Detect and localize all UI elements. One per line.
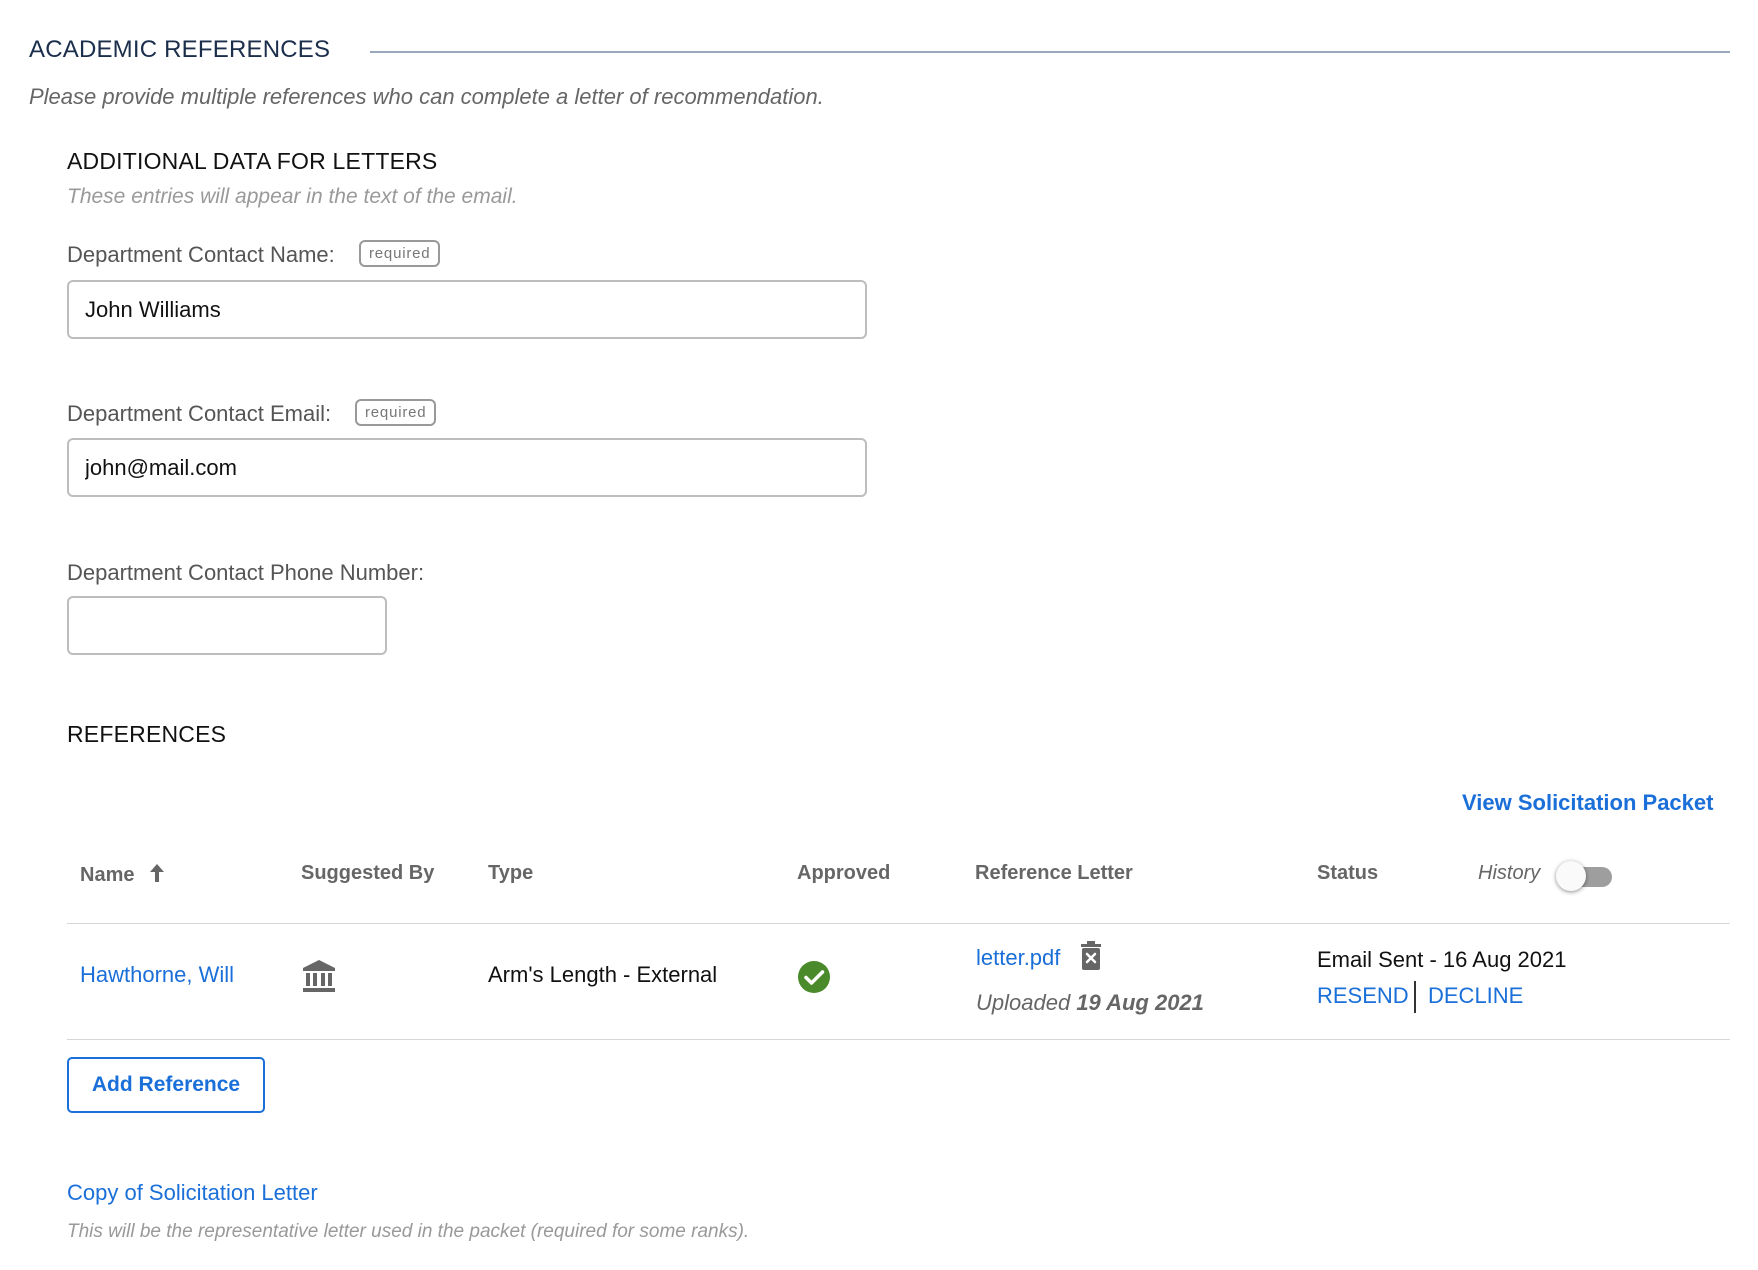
- upload-info-prefix: Uploaded: [976, 990, 1071, 1015]
- column-header-type: Type: [488, 862, 534, 884]
- delete-file-icon[interactable]: [1080, 941, 1102, 971]
- sort-ascending-icon: [150, 864, 165, 882]
- upload-date: 19 Aug 2021: [1076, 990, 1204, 1015]
- contact-name-input[interactable]: [67, 280, 867, 339]
- upload-info: Uploaded 19 Aug 2021: [976, 990, 1204, 1016]
- reference-name-link[interactable]: Hawthorne, Will: [80, 962, 234, 988]
- table-row-divider: [67, 1039, 1730, 1040]
- column-header-approved: Approved: [797, 862, 891, 884]
- section-divider: [370, 51, 1730, 53]
- add-reference-button[interactable]: Add Reference: [67, 1057, 265, 1113]
- column-header-name[interactable]: Name: [80, 862, 166, 887]
- solicitation-description: This will be the representative letter u…: [67, 1221, 750, 1242]
- column-header-reference-letter: Reference Letter: [975, 862, 1133, 884]
- view-solicitation-packet-link[interactable]: View Solicitation Packet: [1462, 790, 1713, 816]
- reference-status: Email Sent - 16 Aug 2021: [1317, 947, 1567, 972]
- institution-icon: [303, 960, 335, 992]
- column-header-status: Status: [1317, 862, 1379, 884]
- table-header-divider: [67, 923, 1730, 924]
- resend-link[interactable]: RESEND: [1317, 983, 1409, 1009]
- column-header-name-label: Name: [80, 864, 135, 886]
- reference-type: Arm's Length - External: [488, 962, 718, 987]
- letters-data-title: ADDITIONAL DATA FOR LETTERS: [67, 148, 438, 174]
- contact-phone-input[interactable]: [67, 596, 387, 655]
- history-label: History: [1478, 862, 1541, 884]
- contact-email-input[interactable]: [67, 438, 867, 497]
- contact-name-required-badge: required: [359, 240, 441, 267]
- contact-phone-label: Department Contact Phone Number:: [67, 560, 425, 585]
- references-title: REFERENCES: [67, 721, 227, 747]
- section-description: Please provide multiple references who c…: [29, 84, 824, 109]
- contact-email-label: Department Contact Email:: [67, 401, 332, 426]
- column-header-suggested-by: Suggested By: [301, 862, 435, 884]
- history-toggle-knob: [1556, 861, 1586, 891]
- history-toggle[interactable]: [1556, 860, 1612, 891]
- letters-data-description: These entries will appear in the text of…: [67, 185, 518, 208]
- contact-email-required-badge: required: [355, 399, 437, 426]
- copy-solicitation-letter-link[interactable]: Copy of Solicitation Letter: [67, 1180, 318, 1206]
- section-title: ACADEMIC REFERENCES: [29, 36, 331, 63]
- check-circle-icon: [798, 961, 830, 993]
- letter-file-link[interactable]: letter.pdf: [976, 945, 1060, 971]
- decline-link[interactable]: DECLINE: [1428, 983, 1523, 1009]
- contact-name-label: Department Contact Name:: [67, 242, 335, 267]
- action-divider: [1414, 981, 1416, 1013]
